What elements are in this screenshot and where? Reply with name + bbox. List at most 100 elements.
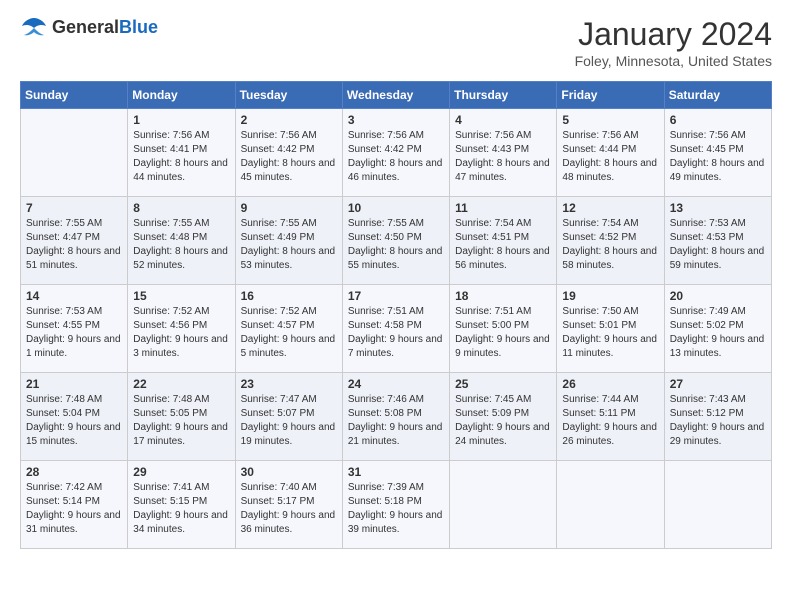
day-info: Sunrise: 7:53 AMSunset: 4:55 PMDaylight:…	[26, 305, 122, 361]
day-number: 23	[241, 377, 337, 391]
logo-general: General	[52, 17, 119, 37]
day-number: 14	[26, 289, 122, 303]
logo-blue: Blue	[119, 17, 158, 37]
day-info: Sunrise: 7:56 AMSunset: 4:42 PMDaylight:…	[241, 129, 337, 185]
day-number: 12	[562, 201, 658, 215]
day-number: 8	[133, 201, 229, 215]
calendar-cell: 17 Sunrise: 7:51 AMSunset: 4:58 PMDayligh…	[342, 285, 449, 373]
day-info: Sunrise: 7:55 AMSunset: 4:49 PMDaylight:…	[241, 217, 337, 273]
calendar-cell: 20 Sunrise: 7:49 AMSunset: 5:02 PMDayligh…	[664, 285, 771, 373]
day-number: 3	[348, 113, 444, 127]
day-info: Sunrise: 7:56 AMSunset: 4:41 PMDaylight:…	[133, 129, 229, 185]
calendar-cell: 16Sunrise: 7:52 AMSunset: 4:57 PMDayligh…	[235, 285, 342, 373]
day-info: Sunrise: 7:55 AMSunset: 4:48 PMDaylight:…	[133, 217, 229, 273]
calendar-cell: 4 Sunrise: 7:56 AMSunset: 4:43 PMDaylight…	[450, 109, 557, 197]
day-info: Sunrise: 7:39 AMSunset: 5:18 PMDaylight:…	[348, 481, 444, 537]
header-friday: Friday	[557, 82, 664, 109]
day-number: 19	[562, 289, 658, 303]
day-number: 22	[133, 377, 229, 391]
day-number: 5	[562, 113, 658, 127]
calendar-cell: 28Sunrise: 7:42 AMSunset: 5:14 PMDayligh…	[21, 461, 128, 549]
day-info: Sunrise: 7:54 AMSunset: 4:51 PMDaylight:…	[455, 217, 551, 273]
day-number: 30	[241, 465, 337, 479]
day-number: 21	[26, 377, 122, 391]
calendar-cell: 19 Sunrise: 7:50 AMSunset: 5:01 PMDayligh…	[557, 285, 664, 373]
day-info: Sunrise: 7:53 AMSunset: 4:53 PMDaylight:…	[670, 217, 766, 273]
day-number: 25	[455, 377, 551, 391]
calendar-cell: 5 Sunrise: 7:56 AMSunset: 4:44 PMDaylight…	[557, 109, 664, 197]
day-number: 2	[241, 113, 337, 127]
calendar-cell: 27 Sunrise: 7:43 AMSunset: 5:12 PMDayligh…	[664, 373, 771, 461]
day-info: Sunrise: 7:56 AMSunset: 4:44 PMDaylight:…	[562, 129, 658, 185]
calendar-cell	[557, 461, 664, 549]
day-info: Sunrise: 7:46 AMSunset: 5:08 PMDaylight:…	[348, 393, 444, 449]
day-number: 11	[455, 201, 551, 215]
day-info: Sunrise: 7:43 AMSunset: 5:12 PMDaylight:…	[670, 393, 766, 449]
calendar-cell: 8 Sunrise: 7:55 AMSunset: 4:48 PMDaylight…	[128, 197, 235, 285]
calendar-cell: 13 Sunrise: 7:53 AMSunset: 4:53 PMDayligh…	[664, 197, 771, 285]
calendar-cell: 6 Sunrise: 7:56 AMSunset: 4:45 PMDaylight…	[664, 109, 771, 197]
calendar-cell: 31 Sunrise: 7:39 AMSunset: 5:18 PMDayligh…	[342, 461, 449, 549]
calendar-cell: 14 Sunrise: 7:53 AMSunset: 4:55 PMDayligh…	[21, 285, 128, 373]
calendar-cell: 22 Sunrise: 7:48 AMSunset: 5:05 PMDayligh…	[128, 373, 235, 461]
calendar-cell: 1 Sunrise: 7:56 AMSunset: 4:41 PMDaylight…	[128, 109, 235, 197]
calendar-cell: 7 Sunrise: 7:55 AMSunset: 4:47 PMDaylight…	[21, 197, 128, 285]
calendar-cell	[450, 461, 557, 549]
calendar-cell: 11 Sunrise: 7:54 AMSunset: 4:51 PMDayligh…	[450, 197, 557, 285]
calendar-cell: 24 Sunrise: 7:46 AMSunset: 5:08 PMDayligh…	[342, 373, 449, 461]
day-number: 31	[348, 465, 444, 479]
day-info: Sunrise: 7:50 AMSunset: 5:01 PMDaylight:…	[562, 305, 658, 361]
calendar-cell: 18 Sunrise: 7:51 AMSunset: 5:00 PMDayligh…	[450, 285, 557, 373]
day-info: Sunrise: 7:56 AMSunset: 4:42 PMDaylight:…	[348, 129, 444, 185]
day-number: 16	[241, 289, 337, 303]
day-info: Sunrise: 7:52 AMSunset: 4:56 PMDaylight:…	[133, 305, 229, 361]
day-info: Sunrise: 7:47 AMSunset: 5:07 PMDaylight:…	[241, 393, 337, 449]
calendar-cell	[664, 461, 771, 549]
day-number: 1	[133, 113, 229, 127]
day-info: Sunrise: 7:49 AMSunset: 5:02 PMDaylight:…	[670, 305, 766, 361]
day-info: Sunrise: 7:56 AMSunset: 4:45 PMDaylight:…	[670, 129, 766, 185]
header-tuesday: Tuesday	[235, 82, 342, 109]
day-info: Sunrise: 7:42 AMSunset: 5:14 PMDaylight:…	[26, 481, 122, 537]
day-number: 29	[133, 465, 229, 479]
logo-text: GeneralBlue	[52, 17, 158, 38]
day-number: 7	[26, 201, 122, 215]
day-info: Sunrise: 7:48 AMSunset: 5:04 PMDaylight:…	[26, 393, 122, 449]
header-wednesday: Wednesday	[342, 82, 449, 109]
day-number: 27	[670, 377, 766, 391]
day-number: 9	[241, 201, 337, 215]
location-title: Foley, Minnesota, United States	[575, 53, 772, 69]
day-number: 20	[670, 289, 766, 303]
day-info: Sunrise: 7:51 AMSunset: 5:00 PMDaylight:…	[455, 305, 551, 361]
calendar-week-row: 14 Sunrise: 7:53 AMSunset: 4:55 PMDayligh…	[21, 285, 772, 373]
header-monday: Monday	[128, 82, 235, 109]
calendar-cell: 29 Sunrise: 7:41 AMSunset: 5:15 PMDayligh…	[128, 461, 235, 549]
calendar-cell: 26Sunrise: 7:44 AMSunset: 5:11 PMDayligh…	[557, 373, 664, 461]
day-info: Sunrise: 7:55 AMSunset: 4:47 PMDaylight:…	[26, 217, 122, 273]
month-title: January 2024	[575, 16, 772, 53]
header-sunday: Sunday	[21, 82, 128, 109]
day-info: Sunrise: 7:56 AMSunset: 4:43 PMDaylight:…	[455, 129, 551, 185]
calendar-week-row: 7 Sunrise: 7:55 AMSunset: 4:47 PMDaylight…	[21, 197, 772, 285]
calendar-cell: 10Sunrise: 7:55 AMSunset: 4:50 PMDayligh…	[342, 197, 449, 285]
calendar-cell	[21, 109, 128, 197]
day-info: Sunrise: 7:54 AMSunset: 4:52 PMDaylight:…	[562, 217, 658, 273]
day-number: 17	[348, 289, 444, 303]
calendar-cell: 21 Sunrise: 7:48 AMSunset: 5:04 PMDayligh…	[21, 373, 128, 461]
day-number: 24	[348, 377, 444, 391]
day-number: 13	[670, 201, 766, 215]
day-info: Sunrise: 7:45 AMSunset: 5:09 PMDaylight:…	[455, 393, 551, 449]
day-number: 18	[455, 289, 551, 303]
calendar-week-row: 1 Sunrise: 7:56 AMSunset: 4:41 PMDaylight…	[21, 109, 772, 197]
day-number: 6	[670, 113, 766, 127]
header-saturday: Saturday	[664, 82, 771, 109]
calendar-cell: 15Sunrise: 7:52 AMSunset: 4:56 PMDayligh…	[128, 285, 235, 373]
day-number: 4	[455, 113, 551, 127]
day-info: Sunrise: 7:48 AMSunset: 5:05 PMDaylight:…	[133, 393, 229, 449]
day-info: Sunrise: 7:51 AMSunset: 4:58 PMDaylight:…	[348, 305, 444, 361]
day-info: Sunrise: 7:44 AMSunset: 5:11 PMDaylight:…	[562, 393, 658, 449]
day-info: Sunrise: 7:55 AMSunset: 4:50 PMDaylight:…	[348, 217, 444, 273]
day-info: Sunrise: 7:41 AMSunset: 5:15 PMDaylight:…	[133, 481, 229, 537]
day-info: Sunrise: 7:40 AMSunset: 5:17 PMDaylight:…	[241, 481, 337, 537]
logo-bird-icon	[20, 16, 48, 38]
